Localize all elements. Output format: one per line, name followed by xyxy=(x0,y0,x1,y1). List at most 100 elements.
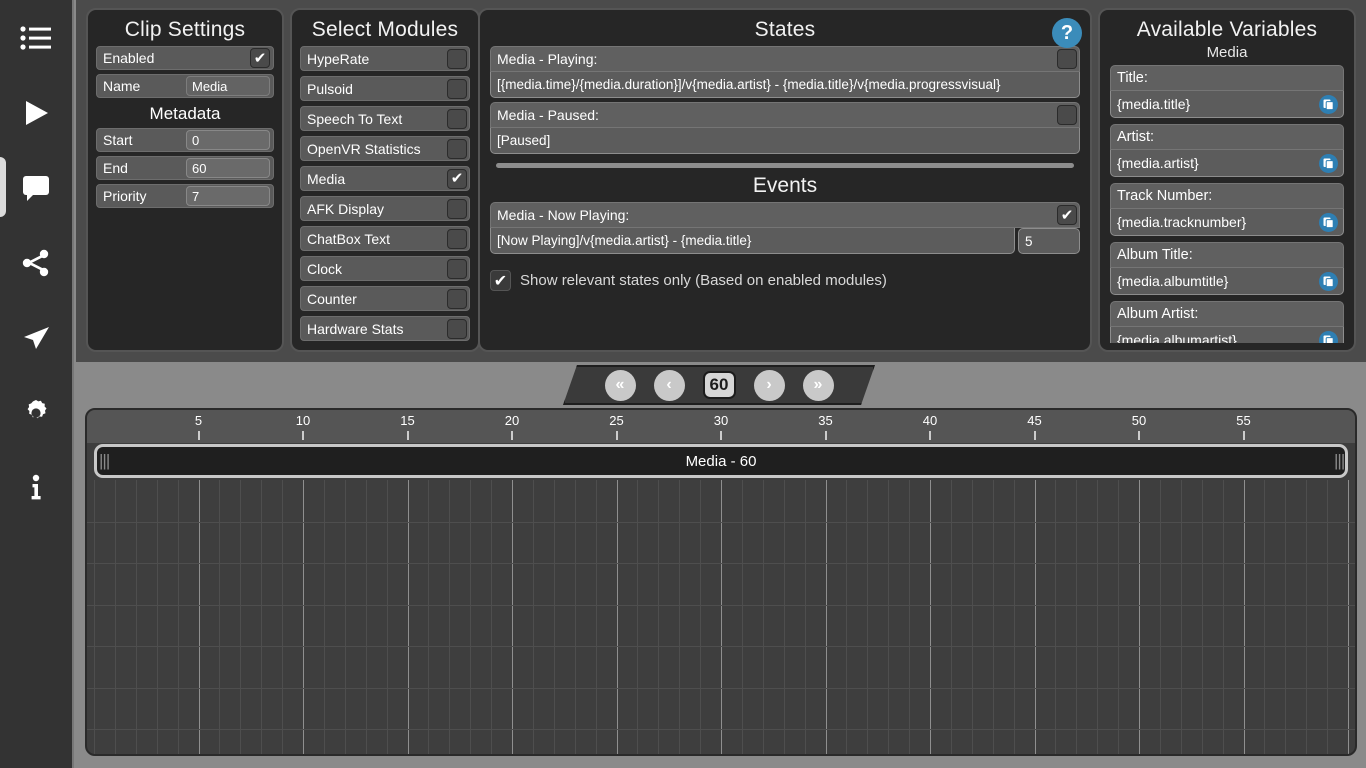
module-row[interactable]: Speech To Text xyxy=(300,106,470,131)
variable-value[interactable]: {media.artist} xyxy=(1110,150,1344,177)
module-row[interactable]: AFK Display xyxy=(300,196,470,221)
module-checkbox[interactable] xyxy=(447,48,467,69)
module-checkbox[interactable] xyxy=(447,138,467,159)
variable-token: {media.title} xyxy=(1117,96,1191,112)
state-header[interactable]: Media - Paused: xyxy=(490,102,1080,128)
ruler-tick-mark xyxy=(511,431,513,440)
sidebar-item-about[interactable] xyxy=(0,450,73,525)
sidebar-item-chatbox[interactable] xyxy=(0,150,73,225)
variable-token: {media.tracknumber} xyxy=(1117,214,1247,230)
select-modules-title: Select Modules xyxy=(311,18,459,41)
module-row[interactable]: Counter xyxy=(300,286,470,311)
variable-value[interactable]: {media.title} xyxy=(1110,91,1344,118)
clip-resize-handle-left[interactable]: ||| xyxy=(99,451,110,471)
enabled-row[interactable]: Enabled ✔ xyxy=(96,46,274,70)
module-checkbox[interactable] xyxy=(447,108,467,129)
variable-value[interactable]: {media.albumtitle} xyxy=(1110,268,1344,295)
variables-list[interactable]: Title: {media.title} Artist: {media.artist}… xyxy=(1100,65,1354,343)
sidebar-item-startup[interactable] xyxy=(0,300,73,375)
module-checkbox[interactable] xyxy=(447,288,467,309)
variable-value[interactable]: {media.albumartist} xyxy=(1110,327,1344,343)
previous-clip-button[interactable]: ‹ xyxy=(653,369,685,401)
gear-icon xyxy=(21,398,51,428)
event-block: Media - Now Playing: ✔ [Now Playing]/v{med… xyxy=(490,202,1080,254)
end-input[interactable]: 60 xyxy=(186,158,270,178)
timeline-grid xyxy=(87,480,1355,754)
start-input[interactable]: 0 xyxy=(186,130,270,150)
timeline-length-value[interactable]: 60 xyxy=(702,371,736,399)
state-block: Media - Paused: [Paused] xyxy=(490,102,1080,154)
state-value-input[interactable]: [Paused] xyxy=(490,128,1080,154)
copy-icon[interactable] xyxy=(1319,154,1338,173)
state-checkbox[interactable] xyxy=(1057,49,1077,69)
timeline-clip[interactable]: ||| Media - 60 ||| xyxy=(94,444,1348,478)
variable-value[interactable]: {media.tracknumber} xyxy=(1110,209,1344,236)
module-checkbox[interactable] xyxy=(447,198,467,219)
show-relevant-states-toggle[interactable]: ✔ Show relevant states only (Based on en… xyxy=(490,270,1090,291)
variable-block: Track Number: {media.tracknumber} xyxy=(1110,183,1344,236)
module-checkbox[interactable] xyxy=(447,318,467,339)
event-duration-input[interactable]: 5 xyxy=(1018,228,1080,254)
sidebar-item-run[interactable] xyxy=(0,75,73,150)
name-input[interactable]: Media xyxy=(186,76,270,96)
copy-icon[interactable] xyxy=(1319,95,1338,114)
ruler-tick-mark xyxy=(197,431,200,440)
module-checkbox[interactable]: ✔ xyxy=(447,168,467,189)
module-row[interactable]: HypeRate xyxy=(300,46,470,71)
sidebar-item-settings[interactable] xyxy=(0,375,73,450)
grid-line-horizontal xyxy=(87,646,1355,647)
event-header[interactable]: Media - Now Playing: ✔ xyxy=(490,202,1080,228)
double-chevron-left-icon: « xyxy=(615,376,625,393)
start-label: Start xyxy=(103,132,133,148)
sidebar-item-modules[interactable] xyxy=(0,0,73,75)
states-panel: States ? Media - Playing: [{media.time}/{… xyxy=(478,8,1092,352)
module-checkbox[interactable] xyxy=(447,258,467,279)
last-clip-button[interactable]: » xyxy=(802,369,834,401)
end-row[interactable]: End 60 xyxy=(96,156,274,180)
next-clip-button[interactable]: › xyxy=(753,369,785,401)
state-value-input[interactable]: [{media.time}/{media.duration}]/v{media.… xyxy=(490,72,1080,98)
module-checkbox[interactable] xyxy=(447,78,467,99)
event-checkbox[interactable]: ✔ xyxy=(1057,205,1077,225)
module-row[interactable]: Hardware Stats xyxy=(300,316,470,341)
priority-row[interactable]: Priority 7 xyxy=(96,184,274,208)
ruler-tick-mark xyxy=(720,431,722,440)
ruler-tick-mark xyxy=(1242,431,1245,440)
sidebar-item-router[interactable] xyxy=(0,225,73,300)
module-row[interactable]: Pulsoid xyxy=(300,76,470,101)
ruler-tick-label: 55 xyxy=(1236,413,1251,428)
module-row[interactable]: Media ✔ xyxy=(300,166,470,191)
clip-resize-handle-right[interactable]: ||| xyxy=(1334,451,1345,471)
question-mark-icon[interactable]: ? xyxy=(1052,18,1082,48)
state-header[interactable]: Media - Playing: xyxy=(490,46,1080,72)
module-label: Hardware Stats xyxy=(307,320,404,337)
variable-block: Album Title: {media.albumtitle} xyxy=(1110,242,1344,295)
event-value-input[interactable]: [Now Playing]/v{media.artist} - {media.t… xyxy=(490,228,1015,254)
events-title: Events xyxy=(752,174,818,197)
show-relevant-checkbox[interactable]: ✔ xyxy=(490,270,511,291)
timeline[interactable]: 5 10 15 20 25 30 35 40 45 50 55 ||| Media - 60 ||| xyxy=(85,408,1357,756)
variable-token: {media.albumtitle} xyxy=(1117,273,1229,289)
start-row[interactable]: Start 0 xyxy=(96,128,274,152)
state-checkbox[interactable] xyxy=(1057,105,1077,125)
variable-block: Artist: {media.artist} xyxy=(1110,124,1344,177)
module-list[interactable]: HypeRate Pulsoid Speech To Text OpenVR Stat… xyxy=(292,46,478,356)
enabled-checkbox[interactable]: ✔ xyxy=(250,48,270,68)
states-title: States xyxy=(754,18,816,41)
priority-label: Priority xyxy=(103,188,147,204)
module-checkbox[interactable] xyxy=(447,228,467,249)
module-row[interactable]: ChatBox Text xyxy=(300,226,470,251)
module-row[interactable]: OpenVR Statistics xyxy=(300,136,470,161)
module-label: HypeRate xyxy=(307,50,370,67)
grid-line-horizontal xyxy=(87,521,1355,523)
module-row[interactable]: Clock xyxy=(300,256,470,281)
copy-icon[interactable] xyxy=(1319,213,1338,232)
variable-label: Track Number: xyxy=(1110,183,1344,209)
variable-token: {media.artist} xyxy=(1117,155,1199,171)
copy-icon[interactable] xyxy=(1319,331,1338,343)
first-clip-button[interactable]: « xyxy=(604,369,636,401)
priority-input[interactable]: 7 xyxy=(186,186,270,206)
double-chevron-right-icon: » xyxy=(813,376,823,393)
name-row[interactable]: Name Media xyxy=(96,74,274,98)
copy-icon[interactable] xyxy=(1319,272,1338,291)
